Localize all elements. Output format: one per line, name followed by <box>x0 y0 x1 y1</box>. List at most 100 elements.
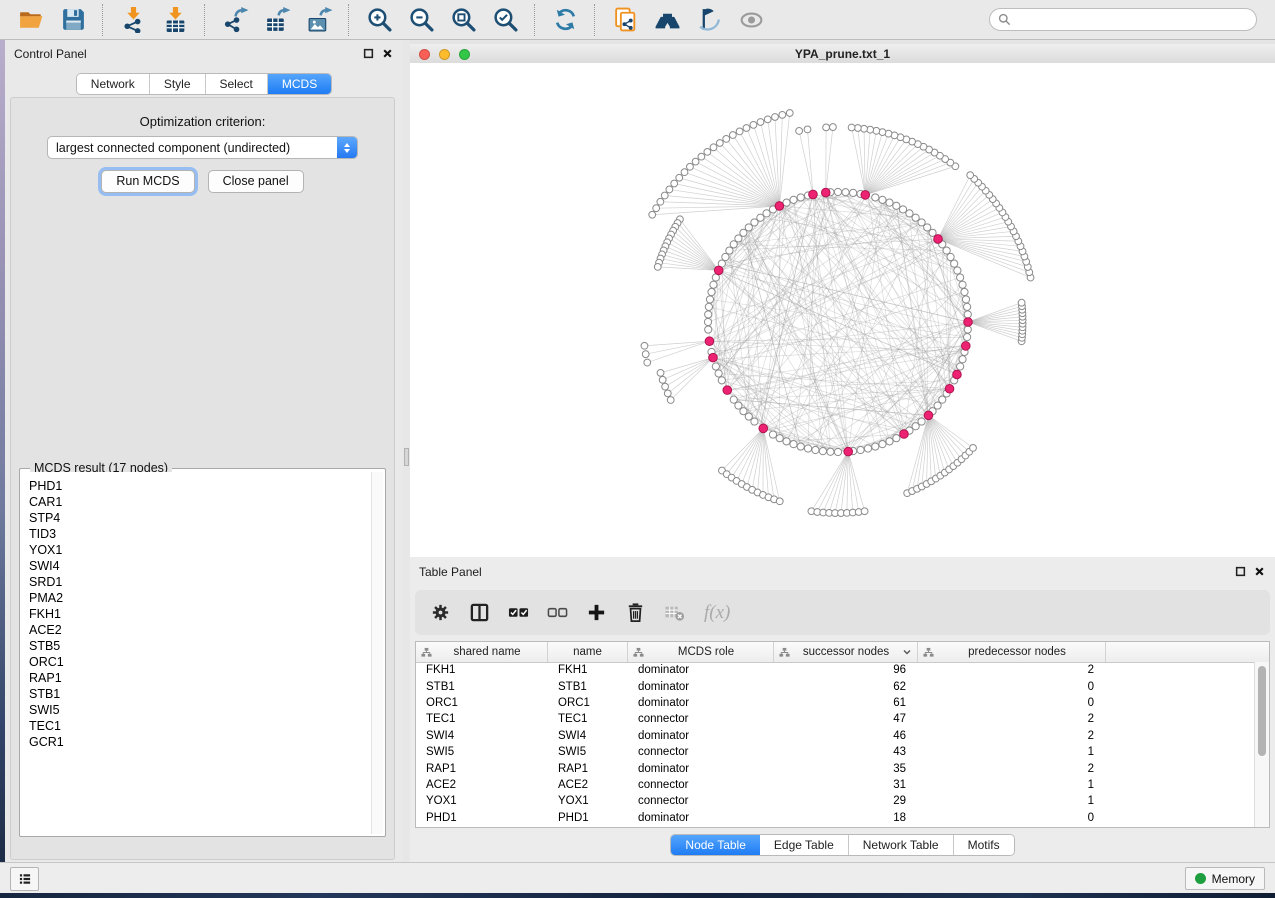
cell-shared-name[interactable]: YOX1 <box>416 795 548 807</box>
network-leaf-node[interactable] <box>641 342 648 349</box>
network-node[interactable] <box>776 435 783 442</box>
network-leaf-node[interactable] <box>723 135 730 142</box>
run-mcds-button[interactable]: Run MCDS <box>101 170 194 193</box>
cell-name[interactable]: ORC1 <box>548 697 628 709</box>
cell-shared-name[interactable]: ORC1 <box>416 697 548 709</box>
network-node[interactable] <box>718 377 725 384</box>
network-leaf-node[interactable] <box>653 205 660 212</box>
table-row[interactable]: STB1STB1dominator620 <box>416 678 1255 694</box>
network-node[interactable] <box>790 196 797 203</box>
network-leaf-node[interactable] <box>967 172 974 179</box>
network-leaf-node[interactable] <box>786 110 793 117</box>
network-node[interactable] <box>864 445 871 452</box>
column-header-predecessor-nodes[interactable]: predecessor nodes <box>918 642 1106 662</box>
network-leaf-node[interactable] <box>657 198 664 205</box>
network-leaf-node[interactable] <box>642 351 649 358</box>
tab-network[interactable]: Network <box>77 74 150 94</box>
network-hub-node[interactable] <box>775 202 784 211</box>
table-row[interactable]: YOX1YOX1connector291 <box>416 793 1255 809</box>
network-node[interactable] <box>961 288 968 295</box>
show-columns-icon[interactable] <box>468 602 490 624</box>
table-scrollbar[interactable] <box>1254 662 1269 827</box>
column-header-mcds-role[interactable]: MCDS role <box>628 642 774 662</box>
cell-successor-nodes[interactable]: 43 <box>774 746 918 758</box>
network-graph[interactable] <box>410 63 1275 557</box>
table-row[interactable]: SWI4SWI4dominator462 <box>416 728 1255 744</box>
network-node[interactable] <box>769 431 776 438</box>
column-header-name[interactable]: name <box>548 642 628 662</box>
network-hub-node[interactable] <box>924 411 933 420</box>
table-row[interactable]: TEC1TEC1connector472 <box>416 711 1255 727</box>
network-leaf-node[interactable] <box>779 111 786 118</box>
cell-successor-nodes[interactable]: 61 <box>774 697 918 709</box>
network-leaf-node[interactable] <box>861 508 868 515</box>
network-leaf-node[interactable] <box>867 126 874 133</box>
cell-name[interactable]: RAP1 <box>548 763 628 775</box>
network-window-titlebar[interactable]: YPA_prune.txt_1 <box>410 44 1275 64</box>
mcds-list-scrollbar[interactable] <box>371 472 383 834</box>
tab-mcds[interactable]: MCDS <box>268 74 331 94</box>
cell-name[interactable]: PHD1 <box>548 812 628 824</box>
network-hub-node[interactable] <box>709 353 718 362</box>
mcds-result-item[interactable]: TEC1 <box>29 718 371 734</box>
cell-predecessor-nodes[interactable]: 0 <box>918 697 1106 709</box>
mcds-result-item[interactable]: FKH1 <box>29 606 371 622</box>
network-hub-node[interactable] <box>934 235 943 244</box>
zoom-in-icon[interactable] <box>364 5 394 35</box>
network-node[interactable] <box>715 370 722 377</box>
network-node[interactable] <box>893 435 900 442</box>
network-node[interactable] <box>790 441 797 448</box>
network-leaf-node[interactable] <box>970 444 977 451</box>
network-node[interactable] <box>964 303 971 310</box>
network-node[interactable] <box>964 311 971 318</box>
network-hub-node[interactable] <box>844 447 853 456</box>
network-hub-node[interactable] <box>964 318 973 327</box>
network-leaf-node[interactable] <box>750 121 757 128</box>
criterion-select[interactable]: largest connected component (undirected) <box>47 136 358 159</box>
first-neighbors-icon[interactable] <box>652 5 682 35</box>
cell-mcds-role[interactable]: dominator <box>628 664 774 676</box>
network-node[interactable] <box>827 448 834 455</box>
cell-successor-nodes[interactable]: 31 <box>774 779 918 791</box>
splitter-grip-icon[interactable] <box>404 448 409 466</box>
cell-predecessor-nodes[interactable]: 2 <box>918 713 1106 725</box>
cell-predecessor-nodes[interactable]: 2 <box>918 763 1106 775</box>
table-row[interactable]: RAP1RAP1dominator352 <box>416 760 1255 776</box>
mcds-result-list[interactable]: PHD1CAR1STP4TID3YOX1SWI4SRD1PMA2FKH1ACE2… <box>22 472 371 834</box>
cell-name[interactable]: SWI4 <box>548 730 628 742</box>
cell-successor-nodes[interactable]: 18 <box>774 812 918 824</box>
memory-button[interactable]: Memory <box>1185 867 1265 890</box>
network-node[interactable] <box>726 247 733 254</box>
graphics-details-icon[interactable] <box>694 5 724 35</box>
search-input[interactable] <box>1016 12 1248 28</box>
float-panel-icon[interactable] <box>363 48 374 59</box>
network-leaf-node[interactable] <box>829 124 836 131</box>
network-node[interactable] <box>712 363 719 370</box>
network-leaf-node[interactable] <box>704 148 711 155</box>
network-node[interactable] <box>834 448 841 455</box>
tab-motifs[interactable]: Motifs <box>954 835 1014 855</box>
network-node[interactable] <box>872 194 879 201</box>
cell-successor-nodes[interactable]: 29 <box>774 795 918 807</box>
network-hub-node[interactable] <box>705 337 714 346</box>
cell-name[interactable]: TEC1 <box>548 713 628 725</box>
close-panel-icon[interactable] <box>382 48 393 59</box>
network-hub-node[interactable] <box>945 384 954 393</box>
refresh-icon[interactable] <box>550 5 580 35</box>
cell-name[interactable]: STB1 <box>548 681 628 693</box>
tab-style[interactable]: Style <box>150 74 206 94</box>
network-node[interactable] <box>899 206 906 213</box>
cell-predecessor-nodes[interactable]: 1 <box>918 746 1106 758</box>
cell-shared-name[interactable]: RAP1 <box>416 763 548 775</box>
search-field[interactable] <box>989 8 1257 31</box>
network-leaf-node[interactable] <box>823 124 830 131</box>
network-leaf-node[interactable] <box>667 397 674 404</box>
network-leaf-node[interactable] <box>776 498 783 505</box>
network-node[interactable] <box>879 196 886 203</box>
mcds-result-item[interactable]: GCR1 <box>29 734 371 750</box>
clone-network-icon[interactable] <box>610 5 640 35</box>
cell-shared-name[interactable]: STB1 <box>416 681 548 693</box>
network-node[interactable] <box>804 445 811 452</box>
table-row[interactable]: FKH1FKH1dominator962 <box>416 662 1255 678</box>
network-node[interactable] <box>849 189 856 196</box>
